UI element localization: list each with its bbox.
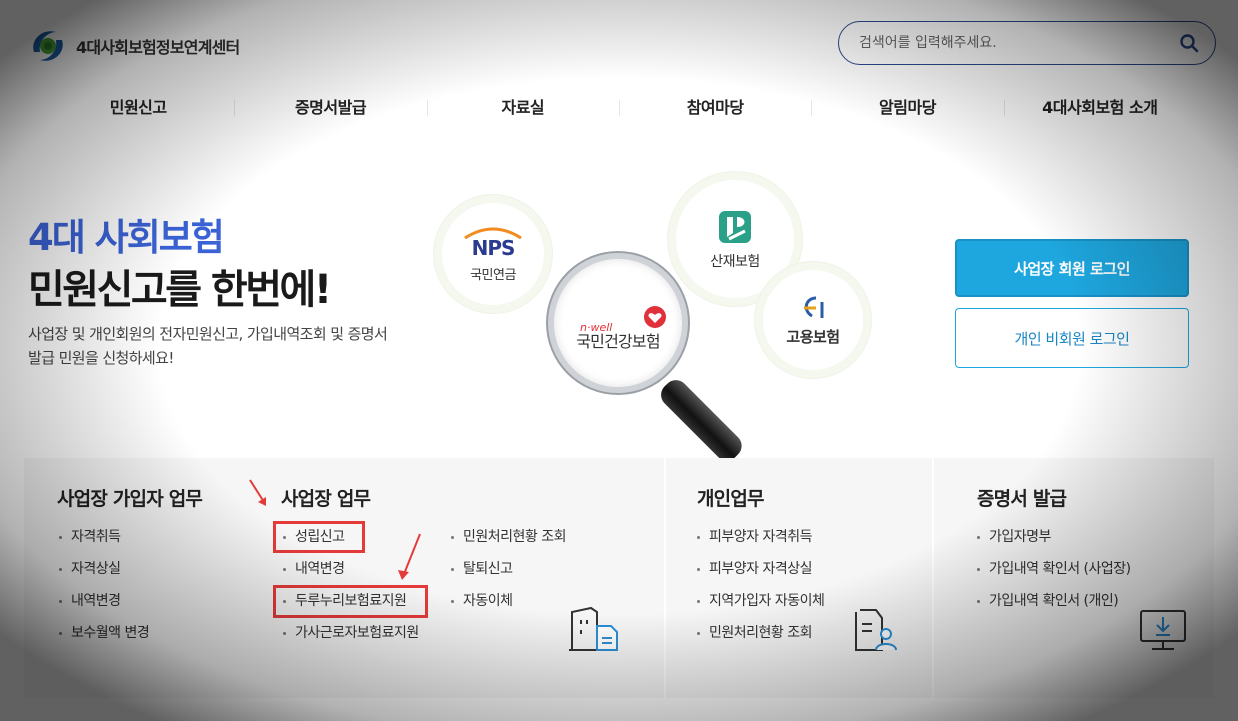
- hero-description: 사업장 및 개인회원의 전자민원신고, 가입내역조회 및 증명서 발급 민원을 …: [28, 325, 388, 367]
- list-item[interactable]: 피부양자 자격취득: [695, 526, 824, 558]
- list-item[interactable]: 자격상실: [57, 558, 149, 590]
- list-item[interactable]: 민원처리현황 조회: [449, 526, 567, 558]
- nps-logo-circle: NPS 국민연금: [442, 203, 544, 305]
- business-panel: 사업장 가입자 업무 자격취득 자격상실 내역변경 보수월액 변경 사업장 업무…: [24, 458, 664, 698]
- subscriber-list: 자격취득 자격상실 내역변경 보수월액 변경: [57, 526, 150, 654]
- search-icon: [1180, 34, 1199, 53]
- nav-item-library[interactable]: 자료실: [426, 88, 619, 128]
- list-item[interactable]: 가사근로자보험료지원: [281, 622, 419, 654]
- list-item[interactable]: 가입내역 확인서 (사업장): [975, 558, 1131, 590]
- list-item[interactable]: 민원처리현황 조회: [695, 622, 824, 654]
- magnifier-handle: [656, 375, 747, 466]
- person-document-icon: [855, 609, 897, 651]
- list-item[interactable]: 내역변경: [57, 590, 149, 622]
- ei-logo-circle: 고용보험: [763, 270, 863, 370]
- nhis-heart-icon: [644, 306, 666, 328]
- list-item[interactable]: 자격취득: [57, 526, 149, 558]
- nhis-logo-lens: n·well 국민건강보험: [548, 253, 688, 393]
- ei-emblem-icon: [804, 296, 824, 318]
- list-item[interactable]: 가입자명부: [975, 526, 1131, 558]
- logo-text: 4대사회보험정보연계센터: [76, 38, 240, 57]
- business-list-col2: 민원처리현황 조회 탈퇴신고 자동이체: [449, 526, 567, 622]
- certificate-section-title: 증명서 발급: [977, 488, 1067, 510]
- search-input[interactable]: [859, 35, 1177, 51]
- list-item[interactable]: 가입내역 확인서 (개인): [975, 590, 1131, 622]
- logo-emblem-icon: [33, 31, 63, 61]
- nav-item-complaint[interactable]: 민원신고: [42, 88, 234, 128]
- ei-label: 고용보험: [786, 327, 840, 346]
- red-arrow-icon: [398, 533, 421, 580]
- magnifier-illustration: n·well 국민건강보험: [548, 253, 768, 466]
- monitor-download-icon: [1140, 610, 1186, 650]
- hero-title-line1: 4대 사회보험: [28, 216, 225, 259]
- highlight-box: [273, 585, 428, 618]
- building-document-icon: [569, 606, 618, 651]
- nav-item-notice[interactable]: 알림마당: [811, 88, 1003, 128]
- list-item[interactable]: 자동이체: [449, 590, 566, 622]
- list-item[interactable]: 피부양자 자격상실: [695, 558, 824, 590]
- red-arrow-icon: [249, 479, 266, 506]
- personal-panel: 개인업무 피부양자 자격취득 피부양자 자격상실 지역가입자 자동이체 민원처리…: [666, 458, 932, 698]
- kcomwel-emblem-icon: [719, 211, 751, 243]
- individual-login-button[interactable]: 개인 비회원 로그인: [955, 308, 1189, 368]
- nps-logo-text: NPS: [471, 235, 516, 260]
- list-item[interactable]: 보수월액 변경: [57, 622, 150, 654]
- site-logo[interactable]: 4대사회보험정보연계센터: [28, 26, 240, 66]
- certificate-list: 가입자명부 가입내역 확인서 (사업장) 가입내역 확인서 (개인): [975, 526, 1131, 622]
- nhis-brand-text: n·well: [580, 321, 613, 334]
- list-item[interactable]: 탈퇴신고: [449, 558, 566, 590]
- search-button[interactable]: [1177, 31, 1201, 55]
- hero-title-line2: 민원신고를 한번에!: [28, 267, 332, 313]
- highlight-box: [273, 521, 365, 553]
- nps-label: 국민연금: [470, 267, 516, 283]
- subscriber-section-title: 사업장 가입자 업무: [57, 488, 203, 510]
- list-item[interactable]: 지역가입자 자동이체: [695, 590, 825, 622]
- business-login-button[interactable]: 사업장 회원 로그인: [955, 239, 1189, 297]
- personal-list: 피부양자 자격취득 피부양자 자격상실 지역가입자 자동이체 민원처리현황 조회: [695, 526, 825, 654]
- nav-item-about[interactable]: 4대사회보험 소개: [1003, 88, 1196, 128]
- main-navigation: 민원신고 증명서발급 자료실 참여마당 알림마당 4대사회보험 소개: [42, 88, 1196, 128]
- personal-section-title: 개인업무: [697, 488, 765, 510]
- nav-item-participation[interactable]: 참여마당: [618, 88, 811, 128]
- business-section-title: 사업장 업무: [281, 488, 371, 510]
- nav-item-certificate[interactable]: 증명서발급: [234, 88, 426, 128]
- certificate-panel: 증명서 발급 가입자명부 가입내역 확인서 (사업장) 가입내역 확인서 (개인…: [934, 458, 1214, 698]
- search-box: [838, 21, 1216, 65]
